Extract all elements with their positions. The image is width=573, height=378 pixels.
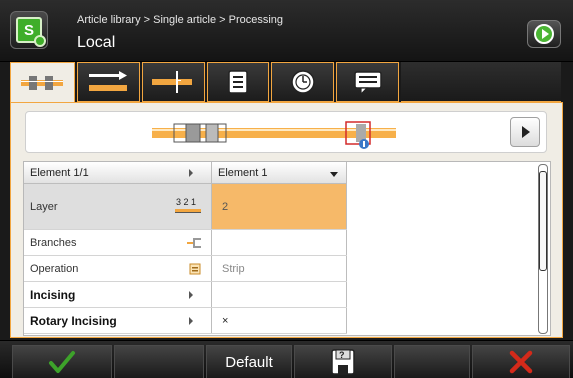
chevron-right-icon <box>189 169 193 177</box>
rotary-incising-value[interactable]: × <box>212 308 347 333</box>
cancel-button[interactable] <box>472 345 570 378</box>
row-label: Layer 3 2 1 <box>24 184 212 229</box>
layer-value[interactable]: 2 <box>212 184 347 229</box>
footer-bar: Default ? <box>0 340 573 378</box>
row-label: Incising <box>24 282 212 307</box>
header-bar: S Article library > Single article > Pro… <box>0 0 573 62</box>
document-list-icon <box>228 70 248 94</box>
row-label: Operation <box>24 256 212 281</box>
default-button[interactable]: Default <box>206 345 292 378</box>
chevron-right-icon <box>189 291 193 299</box>
layer-label: Layer <box>30 200 58 213</box>
rotary-incising-label: Rotary Incising <box>30 313 117 328</box>
save-question-icon: ? <box>331 349 355 375</box>
default-button-label: Default <box>225 353 273 371</box>
tab-cut[interactable] <box>141 62 205 102</box>
breadcrumb: Article library > Single article > Proce… <box>77 14 284 26</box>
column-header-label: Element 1/1 <box>30 166 89 179</box>
branches-value[interactable] <box>212 230 347 255</box>
operation-label: Operation <box>30 262 79 275</box>
cut-marker-icon <box>152 71 193 93</box>
row-label: Rotary Incising <box>24 308 212 333</box>
clock-icon <box>291 70 315 94</box>
close-icon <box>509 350 533 374</box>
tab-clock[interactable] <box>271 62 335 102</box>
footer-empty-button-2[interactable] <box>394 345 470 378</box>
confirm-button[interactable] <box>12 345 112 378</box>
next-arrow-button[interactable] <box>527 20 561 48</box>
column-header-element-list[interactable]: Element 1/1 <box>24 162 212 184</box>
row-branches[interactable]: Branches <box>24 230 347 256</box>
row-label: Branches <box>24 230 212 255</box>
branches-label: Branches <box>30 236 77 249</box>
app-logo-icon[interactable]: S <box>10 11 48 49</box>
vertical-scrollbar[interactable] <box>538 164 548 334</box>
svg-text:?: ? <box>339 350 345 360</box>
chevron-right-icon <box>189 317 193 325</box>
row-incising[interactable]: Incising <box>24 282 347 308</box>
preview-next-button[interactable] <box>510 117 540 147</box>
article-preview <box>25 111 547 153</box>
chevron-down-icon <box>330 172 338 177</box>
property-grid: Element 1/1 Element 1 Layer 3 2 1 2 Bran… <box>23 161 551 336</box>
row-rotary-incising[interactable]: Rotary Incising × <box>24 308 347 334</box>
arrow-right-icon <box>534 24 554 44</box>
wire-diagram <box>152 121 396 149</box>
row-operation[interactable]: Operation Strip <box>24 256 347 282</box>
branches-icon <box>187 237 201 252</box>
article-overview-icon <box>21 75 64 90</box>
tab-bar-filler <box>401 62 561 102</box>
operation-value[interactable]: Strip <box>212 256 347 281</box>
location-label: Local <box>77 34 116 51</box>
tab-bar <box>10 62 563 102</box>
scrollbar-thumb[interactable] <box>539 171 547 271</box>
tab-document[interactable] <box>206 62 270 102</box>
tab-article-overview[interactable] <box>10 62 75 102</box>
processing-panel: Element 1/1 Element 1 Layer 3 2 1 2 Bran… <box>10 102 563 338</box>
layer-scale-text: 3 2 1 <box>176 197 196 207</box>
row-layer[interactable]: Layer 3 2 1 2 <box>24 184 347 230</box>
incising-value[interactable] <box>212 282 347 307</box>
message-icon <box>353 71 382 96</box>
incising-label: Incising <box>30 287 76 302</box>
footer-empty-button-1[interactable] <box>114 345 204 378</box>
operation-icon <box>189 263 201 278</box>
save-button[interactable]: ? <box>294 345 392 378</box>
column-header-value: Element 1 <box>218 166 268 179</box>
feed-arrow-icon <box>89 71 128 91</box>
layer-scale-icon: 3 2 1 <box>173 196 203 219</box>
tab-feed[interactable] <box>76 62 140 102</box>
checkmark-icon <box>49 351 75 373</box>
tab-message[interactable] <box>336 62 400 102</box>
column-header-element-select[interactable]: Element 1 <box>212 162 347 184</box>
